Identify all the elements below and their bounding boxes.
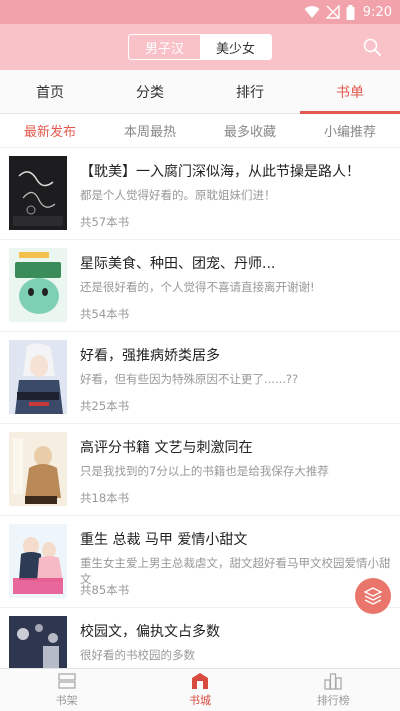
layers-float-button[interactable] bbox=[355, 578, 391, 614]
booklist-count: 共85本书 bbox=[80, 583, 130, 597]
store-icon bbox=[191, 673, 208, 689]
status-icons: 9:20 bbox=[304, 3, 392, 21]
booklist-info: 星际美食、种田、团宠、丹师... 还是很好看的，个人觉得不喜请直接离开谢谢! bbox=[80, 248, 392, 295]
booklist-item[interactable]: 重生 总裁 马甲 爱情小甜文 重生女主爱上男主总裁虐文，甜文超好看马甲文校园爱情… bbox=[0, 516, 400, 608]
ranking-icon bbox=[324, 673, 342, 690]
booklist-desc: 很好看的书校园的多数 bbox=[80, 648, 195, 662]
booklist-title: 星际美食、种田、团宠、丹师... bbox=[80, 256, 276, 272]
book-cover-image bbox=[9, 248, 67, 322]
book-cover-image bbox=[9, 524, 67, 598]
gender-segment: 男子汉 美少女 bbox=[128, 34, 272, 60]
subtab-editor-picks[interactable]: 小编推荐 bbox=[300, 114, 400, 147]
top-header: 男子汉 美少女 bbox=[0, 24, 400, 70]
tab-home[interactable]: 首页 bbox=[0, 70, 100, 113]
tab-ranking[interactable]: 排行 bbox=[200, 70, 300, 113]
status-bar: 9:20 bbox=[0, 0, 400, 24]
nav-ranking[interactable]: 排行榜 bbox=[267, 669, 400, 711]
booklist-item[interactable]: 好看，强推病娇类居多 好看，但有些因为特殊原因不让更了......?? 共25本… bbox=[0, 332, 400, 424]
nav-ranking-label: 排行榜 bbox=[316, 694, 350, 707]
booklist-title: 重生 总裁 马甲 爱情小甜文 bbox=[80, 532, 248, 548]
booklist-count: 共57本书 bbox=[80, 215, 130, 229]
wifi-icon bbox=[304, 6, 320, 18]
booklist-item[interactable]: 星际美食、种田、团宠、丹师... 还是很好看的，个人觉得不喜请直接离开谢谢! 共… bbox=[0, 240, 400, 332]
subtab-most-favorited[interactable]: 最多收藏 bbox=[200, 114, 300, 147]
tab-category[interactable]: 分类 bbox=[100, 70, 200, 113]
booklist-item[interactable]: 校园文，偏执文占多数 很好看的书校园的多数 bbox=[0, 608, 400, 668]
booklist-title: 【耽美】一入腐门深似海，从此节操是路人！ bbox=[80, 164, 360, 180]
booklist-info: 校园文，偏执文占多数 很好看的书校园的多数 bbox=[80, 616, 392, 663]
main-tabs: 首页 分类 排行 书单 bbox=[0, 70, 400, 114]
booklist-title: 校园文，偏执文占多数 bbox=[80, 624, 220, 640]
booklist-desc: 都是个人觉得好看的。原耽姐妹们进！ bbox=[80, 188, 276, 202]
booklist-desc: 好看，但有些因为特殊原因不让更了......?? bbox=[80, 372, 299, 386]
booklist-title: 好看，强推病娇类居多 bbox=[80, 348, 220, 364]
booklist-info: 高评分书籍 文艺与刺激同在 只是我找到的7分以上的书籍也是给我保存大推荐 bbox=[80, 432, 392, 479]
no-signal-icon bbox=[325, 5, 340, 19]
booklist-count: 共18本书 bbox=[80, 491, 130, 505]
subtab-weekly-hot[interactable]: 本周最热 bbox=[100, 114, 200, 147]
segment-female[interactable]: 美少女 bbox=[200, 35, 271, 59]
booklist-desc: 只是我找到的7分以上的书籍也是给我保存大推荐 bbox=[80, 464, 329, 478]
booklist-info: 好看，强推病娇类居多 好看，但有些因为特殊原因不让更了......?? bbox=[80, 340, 392, 387]
bottom-nav: 书架 书城 排行榜 bbox=[0, 668, 400, 711]
book-cover-image bbox=[9, 616, 67, 668]
booklist-info: 【耽美】一入腐门深似海，从此节操是路人！ 都是个人觉得好看的。原耽姐妹们进！ bbox=[80, 156, 392, 203]
nav-bookshelf[interactable]: 书架 bbox=[0, 669, 133, 711]
book-cover-image bbox=[9, 156, 67, 230]
layers-icon bbox=[363, 587, 383, 605]
segment-male[interactable]: 男子汉 bbox=[129, 35, 200, 59]
booklist-info: 重生 总裁 马甲 爱情小甜文 重生女主爱上男主总裁虐文，甜文超好看马甲文校园爱情… bbox=[80, 524, 392, 587]
status-time: 9:20 bbox=[362, 4, 392, 20]
subtab-latest[interactable]: 最新发布 bbox=[0, 114, 100, 147]
bookshelf-icon bbox=[58, 673, 76, 689]
tab-booklist[interactable]: 书单 bbox=[300, 70, 400, 114]
search-icon[interactable] bbox=[362, 37, 382, 57]
booklist-list: 【耽美】一入腐门深似海，从此节操是路人！ 都是个人觉得好看的。原耽姐妹们进！ 共… bbox=[0, 148, 400, 668]
book-cover-image bbox=[9, 432, 67, 506]
booklist-desc: 还是很好看的，个人觉得不喜请直接离开谢谢! bbox=[80, 280, 315, 294]
booklist-item[interactable]: 高评分书籍 文艺与刺激同在 只是我找到的7分以上的书籍也是给我保存大推荐 共18… bbox=[0, 424, 400, 516]
nav-bookstore[interactable]: 书城 bbox=[133, 669, 266, 711]
nav-bookshelf-label: 书架 bbox=[55, 694, 78, 707]
battery-icon bbox=[346, 4, 355, 20]
booklist-count: 共25本书 bbox=[80, 399, 130, 413]
booklist-title: 高评分书籍 文艺与刺激同在 bbox=[80, 440, 253, 456]
booklist-item[interactable]: 【耽美】一入腐门深似海，从此节操是路人！ 都是个人觉得好看的。原耽姐妹们进！ 共… bbox=[0, 148, 400, 240]
book-cover-image bbox=[9, 340, 67, 414]
nav-bookstore-label: 书城 bbox=[188, 694, 211, 707]
sub-tabs: 最新发布 本周最热 最多收藏 小编推荐 bbox=[0, 114, 400, 148]
booklist-count: 共54本书 bbox=[80, 307, 130, 321]
